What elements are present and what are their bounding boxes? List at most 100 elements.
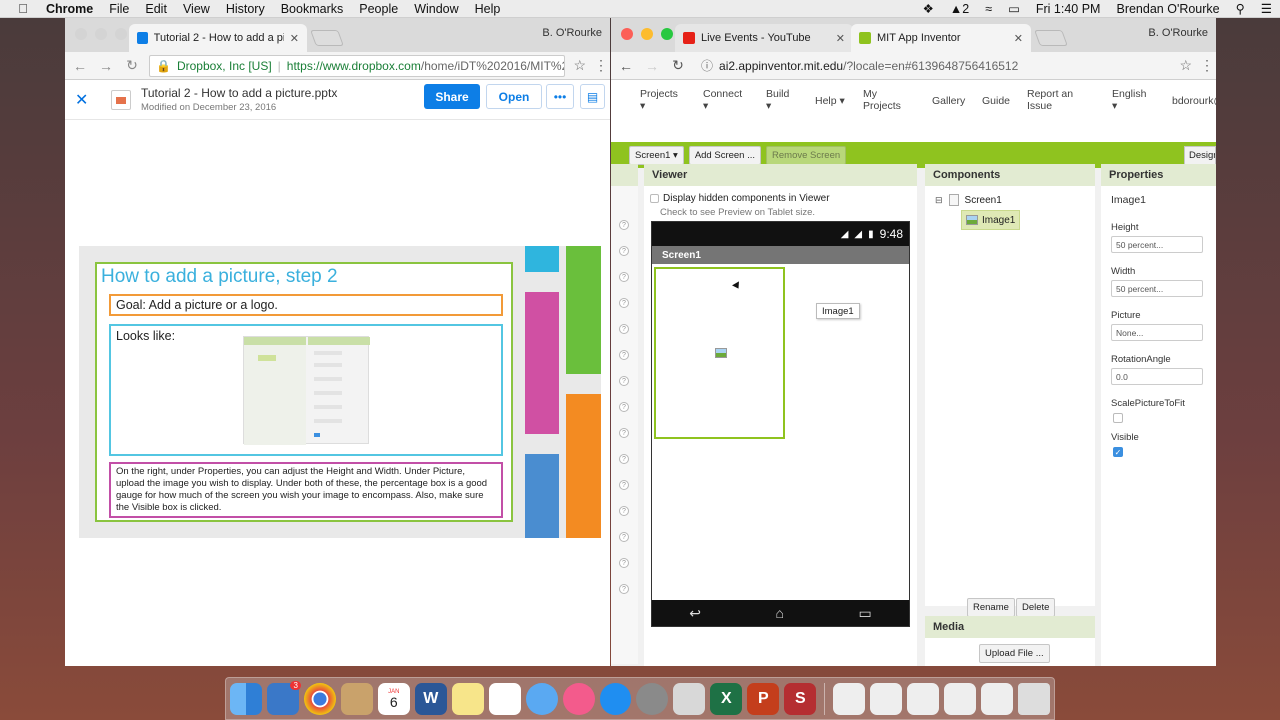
url-field[interactable]: 🔒 Dropbox, Inc [US] | https://www.dropbo…: [149, 54, 566, 77]
system-preferences-icon[interactable]: [636, 682, 669, 715]
nav-gallery[interactable]: Gallery: [932, 95, 965, 107]
tab-close-icon[interactable]: ✕: [284, 32, 299, 45]
screencast-icon[interactable]: S: [784, 682, 817, 715]
dock-window-thumbnail[interactable]: [870, 682, 903, 715]
chrome-menu-icon[interactable]: ⋮: [594, 57, 608, 74]
dock-window-thumbnail[interactable]: [981, 682, 1014, 715]
menu-people[interactable]: People: [351, 2, 406, 16]
help-icon[interactable]: ?: [619, 324, 629, 334]
help-icon[interactable]: ?: [619, 532, 629, 542]
rename-button[interactable]: Rename: [967, 598, 1015, 617]
help-icon[interactable]: ?: [619, 428, 629, 438]
upload-file-button[interactable]: Upload File ...: [979, 644, 1050, 663]
wifi-icon[interactable]: ≈: [977, 2, 1000, 16]
menu-view[interactable]: View: [175, 2, 218, 16]
excel-icon[interactable]: X: [710, 682, 743, 715]
help-icon[interactable]: ?: [619, 454, 629, 464]
app-store-icon[interactable]: [599, 682, 632, 715]
nav-user[interactable]: bdorourk@: [1172, 95, 1216, 107]
add-screen-button[interactable]: Add Screen ...: [688, 145, 762, 165]
share-button[interactable]: Share: [424, 84, 480, 109]
nav-connect[interactable]: Connect ▾: [703, 88, 742, 112]
spotlight-search-icon[interactable]: ⚲: [1228, 1, 1253, 16]
help-icon[interactable]: ?: [619, 584, 629, 594]
menu-edit[interactable]: Edit: [137, 2, 175, 16]
close-window-button[interactable]: [75, 28, 87, 40]
tab-close-icon[interactable]: ✕: [1008, 32, 1023, 45]
delete-button[interactable]: Delete: [1016, 598, 1056, 617]
help-icon[interactable]: ?: [619, 558, 629, 568]
rotation-field[interactable]: 0.0: [1111, 368, 1203, 385]
nav-help[interactable]: Help ▾: [815, 95, 845, 107]
nav-language[interactable]: English ▾: [1112, 88, 1146, 112]
finder-icon[interactable]: [230, 682, 262, 715]
profile-name[interactable]: B. O'Rourke: [1148, 27, 1208, 39]
help-icon[interactable]: ?: [619, 506, 629, 516]
height-field[interactable]: 50 percent...: [1111, 236, 1203, 253]
back-arrow-icon[interactable]: ←: [71, 58, 89, 74]
contacts-icon[interactable]: [340, 682, 373, 715]
menu-history[interactable]: History: [218, 2, 273, 16]
width-field[interactable]: 50 percent...: [1111, 280, 1203, 297]
dropbox-status-icon[interactable]: ❖: [915, 1, 942, 16]
menu-app-name[interactable]: Chrome: [38, 2, 101, 16]
menu-help[interactable]: Help: [467, 2, 509, 16]
forward-arrow-icon[interactable]: →: [97, 58, 115, 74]
messages-icon[interactable]: [525, 682, 558, 715]
bookmark-star-icon[interactable]: ☆: [573, 57, 586, 74]
designer-button[interactable]: Designer: [1184, 146, 1216, 165]
profile-name[interactable]: B. O'Rourke: [542, 27, 602, 39]
calendar-icon[interactable]: JAN 6: [377, 682, 410, 715]
chrome-icon[interactable]: [303, 682, 336, 715]
tab-close-icon[interactable]: ✕: [830, 32, 845, 45]
dock-window-thumbnail[interactable]: [833, 682, 866, 715]
zoom-window-button[interactable]: [661, 28, 673, 40]
close-window-button[interactable]: [621, 28, 633, 40]
url-field[interactable]: ⓘ ai2.appinventor.mit.edu/?locale=en#613…: [695, 54, 1172, 77]
display-hidden-checkbox[interactable]: [650, 194, 659, 203]
close-preview-icon[interactable]: ✕: [75, 90, 93, 110]
visible-checkbox[interactable]: ✓: [1113, 447, 1123, 457]
trash-icon[interactable]: [1018, 682, 1050, 715]
dock-window-thumbnail[interactable]: [907, 682, 940, 715]
reminders-icon[interactable]: [488, 682, 521, 715]
new-tab-button[interactable]: [310, 30, 344, 46]
back-arrow-icon[interactable]: ←: [617, 58, 635, 74]
tab-app-inventor[interactable]: MIT App Inventor ✕: [851, 24, 1031, 52]
minimize-window-button[interactable]: [641, 28, 653, 40]
image1-component-preview[interactable]: [654, 267, 785, 439]
help-icon[interactable]: ?: [619, 402, 629, 412]
powerpoint-icon[interactable]: P: [747, 682, 780, 715]
nav-report-issue[interactable]: Report an Issue: [1027, 88, 1073, 112]
remove-screen-button[interactable]: Remove Screen: [766, 145, 847, 165]
nav-build[interactable]: Build ▾: [766, 88, 789, 112]
nav-guide[interactable]: Guide: [982, 95, 1010, 107]
scale-picture-checkbox[interactable]: [1113, 413, 1123, 423]
reload-icon[interactable]: ↻: [123, 57, 141, 74]
tab-youtube[interactable]: Live Events - YouTube ✕: [675, 24, 853, 52]
tree-item-screen1[interactable]: ⊟ Screen1: [935, 194, 1002, 206]
open-button[interactable]: Open: [486, 84, 542, 109]
nav-my-projects[interactable]: My Projects: [863, 88, 901, 112]
dock-window-thumbnail[interactable]: [944, 682, 977, 715]
apple-icon[interactable]: : [16, 1, 30, 16]
archive-utility-icon[interactable]: [673, 682, 706, 715]
menu-file[interactable]: File: [101, 2, 137, 16]
chrome-menu-icon[interactable]: ⋮: [1200, 57, 1214, 74]
tree-item-image1[interactable]: Image1: [961, 210, 1021, 230]
collapse-icon[interactable]: ⊟: [935, 195, 943, 206]
notification-center-icon[interactable]: ☰: [1253, 1, 1280, 16]
menubar-clock[interactable]: Fri 1:40 PM: [1028, 2, 1109, 16]
forward-arrow-icon[interactable]: →: [643, 58, 661, 74]
picture-field[interactable]: None...: [1111, 324, 1203, 341]
help-icon[interactable]: ?: [619, 246, 629, 256]
tab-dropbox-tutorial[interactable]: Tutorial 2 - How to add a pictu ✕: [129, 24, 307, 52]
comment-icon[interactable]: ▤: [580, 84, 605, 109]
help-icon[interactable]: ?: [619, 480, 629, 490]
menu-bookmarks[interactable]: Bookmarks: [273, 2, 352, 16]
menubar-user[interactable]: Brendan O'Rourke: [1108, 2, 1227, 16]
bookmark-star-icon[interactable]: ☆: [1179, 57, 1192, 74]
reload-icon[interactable]: ↻: [669, 57, 687, 74]
word-icon[interactable]: W: [414, 682, 447, 715]
screen-select-button[interactable]: Screen1 ▾: [629, 145, 684, 165]
